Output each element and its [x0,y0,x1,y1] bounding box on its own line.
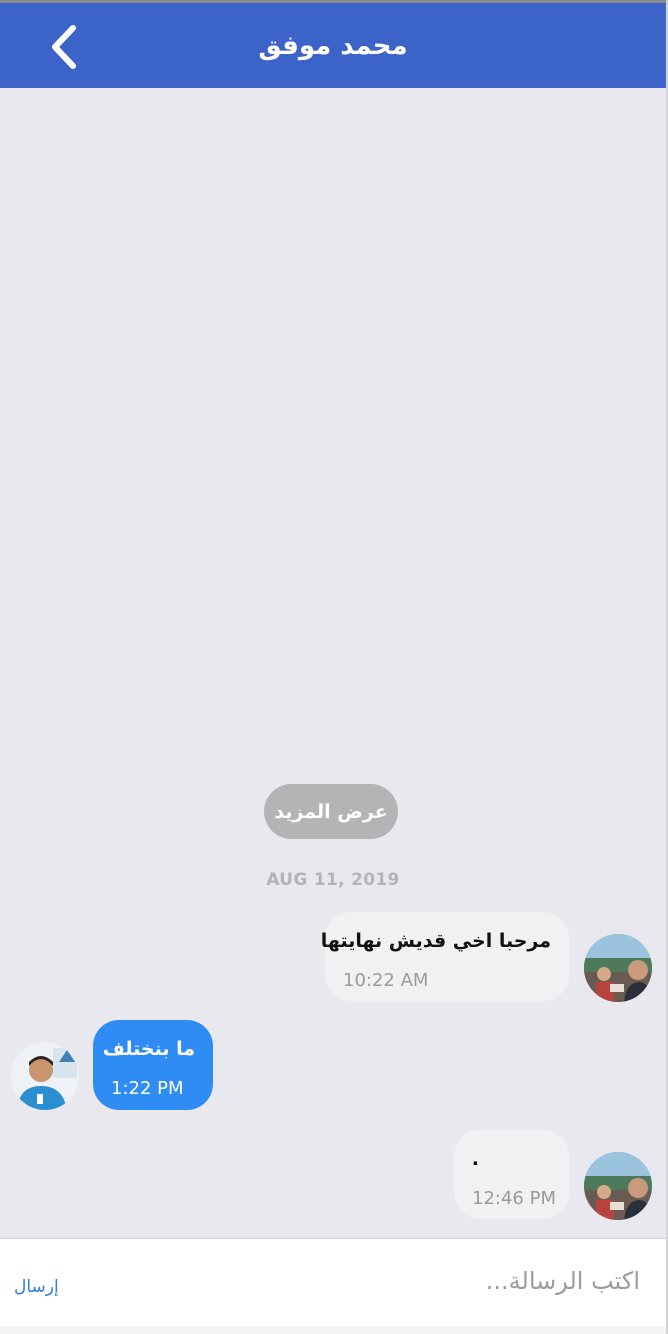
page-title: محمد موفق [258,30,408,61]
chevron-left-icon [52,25,76,69]
message-time: 12:46 PM [472,1188,556,1209]
avatar[interactable] [11,1042,79,1110]
avatar[interactable] [584,934,652,1002]
message-text: . [471,1148,479,1170]
message-bubble[interactable]: ما بنختلف 1:22 PM [93,1020,213,1110]
user-photo-icon [11,1042,79,1110]
send-button[interactable]: إرسال [14,1277,59,1297]
message-bubble[interactable]: مرحبا اخي قديش نهايتها 10:22 AM [321,912,569,1001]
message-text: مرحبا اخي قديش نهايتها [320,930,551,952]
message-input[interactable] [120,1261,640,1301]
message-composer: إرسال [0,1238,668,1334]
message-bubble[interactable]: . 12:46 PM [454,1130,569,1219]
avatar[interactable] [584,1152,652,1220]
contact-photo-icon [584,1152,652,1220]
back-button[interactable] [36,19,92,75]
message-text: ما بنختلف [102,1038,195,1060]
date-separator: AUG 11, 2019 [266,870,400,890]
load-more-button[interactable]: عرض المزيد [264,784,398,839]
chat-screen: محمد موفق عرض المزيد AUG 11, 2019 مرحبا … [0,0,668,1334]
message-time: 1:22 PM [111,1078,184,1099]
message-time: 10:22 AM [343,970,429,991]
header-bar: محمد موفق [0,3,666,88]
contact-photo-icon [584,934,652,1002]
bottom-edge [0,1326,668,1334]
